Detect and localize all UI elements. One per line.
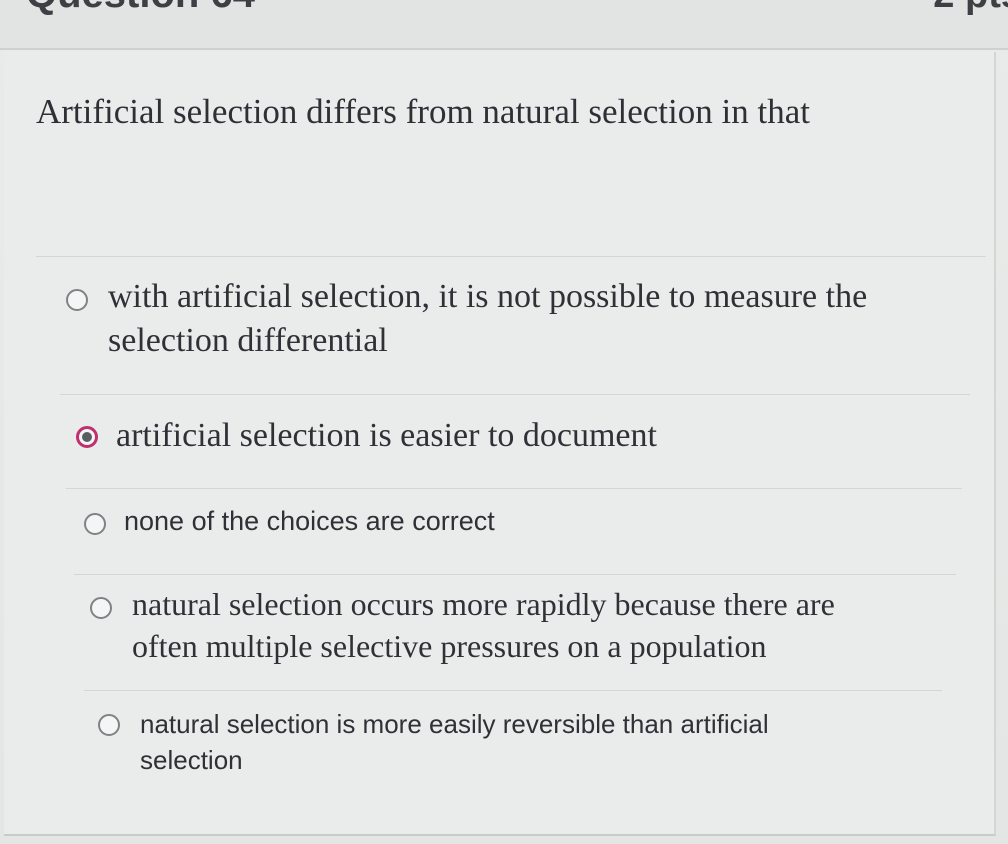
answer-option-5-line2: selection xyxy=(140,745,243,776)
answer-option-1-line1: with artificial selection, it is not pos… xyxy=(108,278,868,315)
answer-option-2[interactable]: artificial selection is easier to docume… xyxy=(70,414,950,464)
divider xyxy=(60,394,970,395)
answer-option-3-text: none of the choices are correct xyxy=(124,504,495,539)
answer-option-5[interactable]: natural selection is more easily reversi… xyxy=(92,706,912,786)
question-header: Question 64 2 pts xyxy=(0,0,1008,50)
question-title: Question 64 xyxy=(26,0,255,17)
divider xyxy=(36,256,986,257)
divider xyxy=(84,690,942,691)
answer-option-3-line1: none of the choices are correct xyxy=(124,506,495,536)
divider xyxy=(74,574,956,575)
radio-button-2-selected[interactable] xyxy=(76,426,98,448)
radio-selected-dot xyxy=(82,432,92,442)
answer-option-4-line1: natural selection occurs more rapidly be… xyxy=(132,586,835,622)
answer-option-1-line2: selection differential xyxy=(108,321,388,359)
answer-option-5-line1: natural selection is more easily reversi… xyxy=(140,709,769,739)
quiz-page: Question 64 2 pts Artificial selection d… xyxy=(0,0,1008,844)
answer-option-1-text: with artificial selection, it is not pos… xyxy=(108,275,867,362)
question-points: 2 pts xyxy=(933,0,1008,17)
answer-option-4-line2: often multiple selective pressures on a … xyxy=(132,627,767,664)
answer-option-5-text: natural selection is more easily reversi… xyxy=(140,706,769,779)
radio-button-3[interactable] xyxy=(84,513,106,535)
radio-button-4[interactable] xyxy=(90,597,112,619)
answer-option-4-text: natural selection occurs more rapidly be… xyxy=(132,584,835,667)
question-prompt: Artificial selection differs from natura… xyxy=(36,92,810,131)
radio-button-1[interactable] xyxy=(66,289,88,311)
answer-option-3[interactable]: none of the choices are correct xyxy=(78,504,948,548)
radio-button-5[interactable] xyxy=(98,714,120,736)
divider xyxy=(66,488,962,489)
answer-option-2-text: artificial selection is easier to docume… xyxy=(116,414,657,458)
answer-option-1[interactable]: with artificial selection, it is not pos… xyxy=(60,275,960,375)
answer-option-4[interactable]: natural selection occurs more rapidly be… xyxy=(84,586,944,678)
answer-option-2-line1: artificial selection is easier to docume… xyxy=(116,417,657,454)
